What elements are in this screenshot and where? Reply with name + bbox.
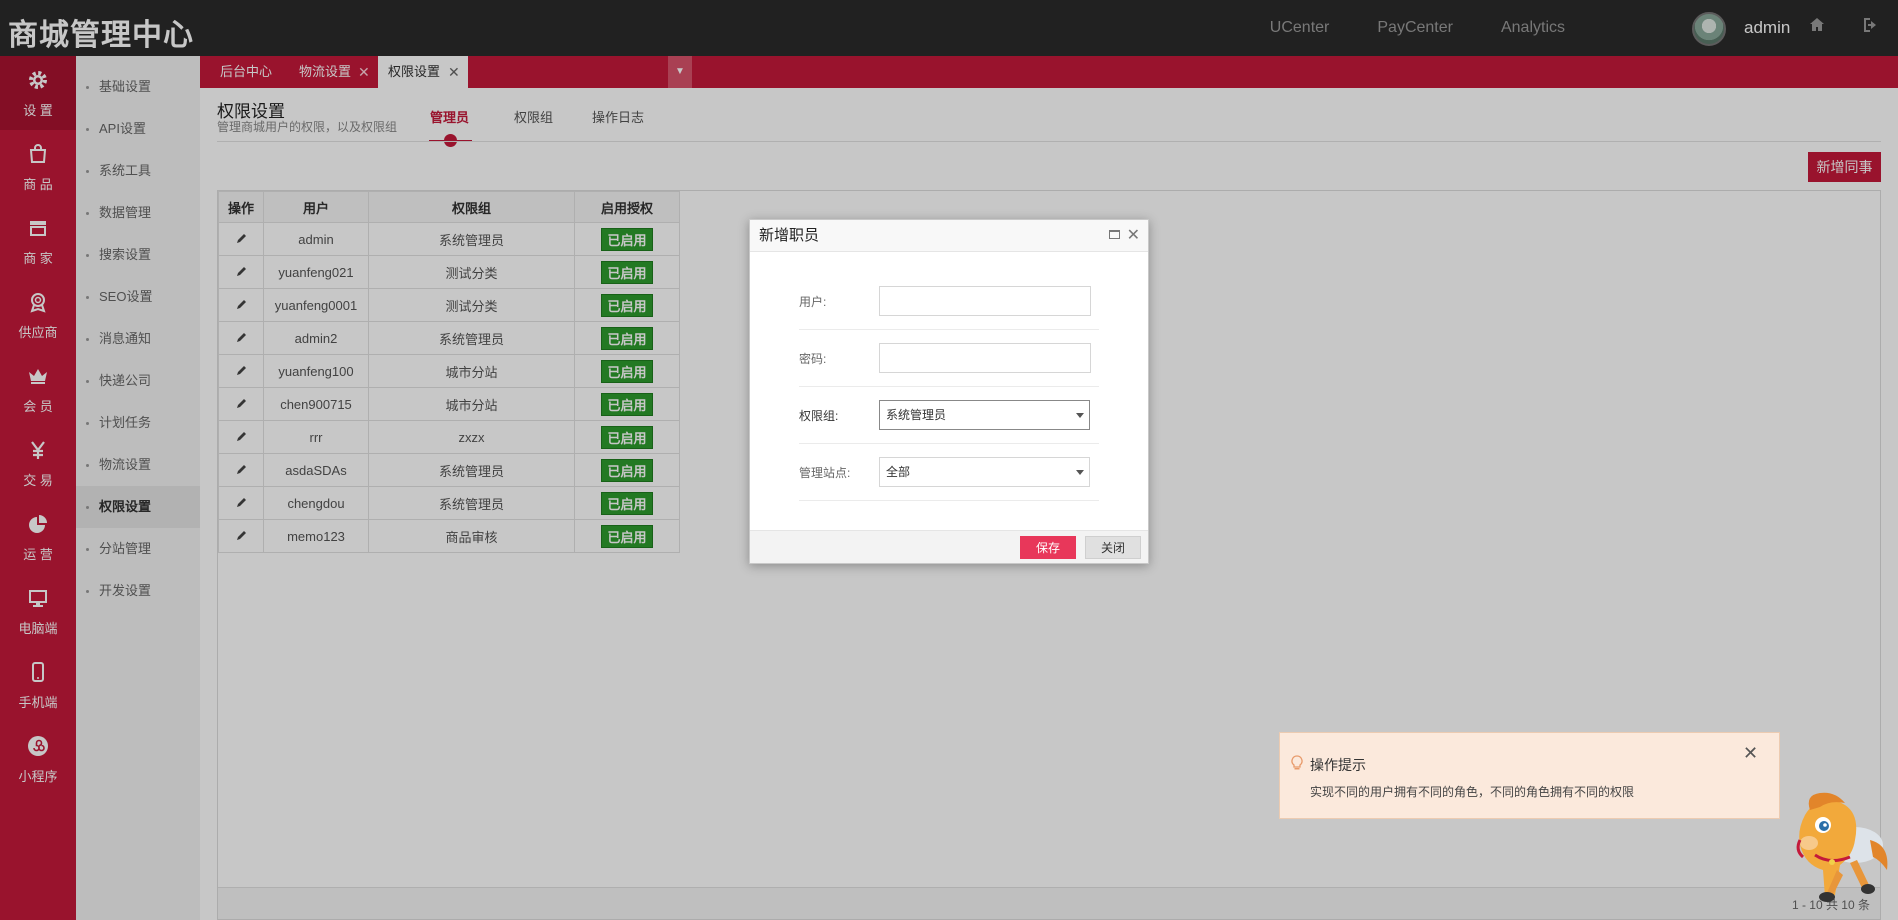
form-row-user: 用户: <box>799 273 1099 330</box>
form-row-password: 密码: <box>799 330 1099 387</box>
password-label: 密码: <box>799 352 827 366</box>
lightbulb-icon <box>1290 755 1304 774</box>
tip-title: 操作提示 <box>1310 757 1366 773</box>
tip-body: 实现不同的用户拥有不同的角色，不同的角色拥有不同的权限 <box>1310 785 1635 799</box>
maximize-icon[interactable] <box>1109 230 1120 239</box>
form-row-group: 权限组: 系统管理员 <box>799 387 1099 444</box>
close-button[interactable]: 关闭 <box>1085 536 1141 559</box>
site-select[interactable]: 全部 <box>879 457 1090 487</box>
tip-panel: 操作提示 实现不同的用户拥有不同的角色，不同的角色拥有不同的权限 ✕ <box>1279 732 1780 819</box>
password-input[interactable] <box>879 343 1091 373</box>
save-button[interactable]: 保存 <box>1020 536 1076 559</box>
user-label: 用户: <box>799 295 827 309</box>
dialog-footer: 保存 关闭 <box>750 530 1148 563</box>
dialog-title: 新增职员 <box>759 227 820 244</box>
group-label: 权限组: <box>799 409 839 423</box>
site-label: 管理站点: <box>799 466 851 480</box>
form-row-site: 管理站点: 全部 <box>799 444 1099 501</box>
chevron-down-icon <box>1076 470 1084 475</box>
add-staff-dialog: 新增职员 ✕ 用户: 密码: 权限组: 系统管理员 管理站点: 全部 保存 关闭 <box>749 219 1149 564</box>
mascot-pony-icon[interactable] <box>1775 785 1895 915</box>
group-select[interactable]: 系统管理员 <box>879 400 1090 430</box>
close-icon[interactable]: ✕ <box>1127 220 1140 252</box>
close-icon[interactable]: ✕ <box>1743 743 1758 764</box>
chevron-down-icon <box>1076 413 1084 418</box>
user-input[interactable] <box>879 286 1091 316</box>
dialog-header: 新增职员 ✕ <box>750 220 1148 252</box>
